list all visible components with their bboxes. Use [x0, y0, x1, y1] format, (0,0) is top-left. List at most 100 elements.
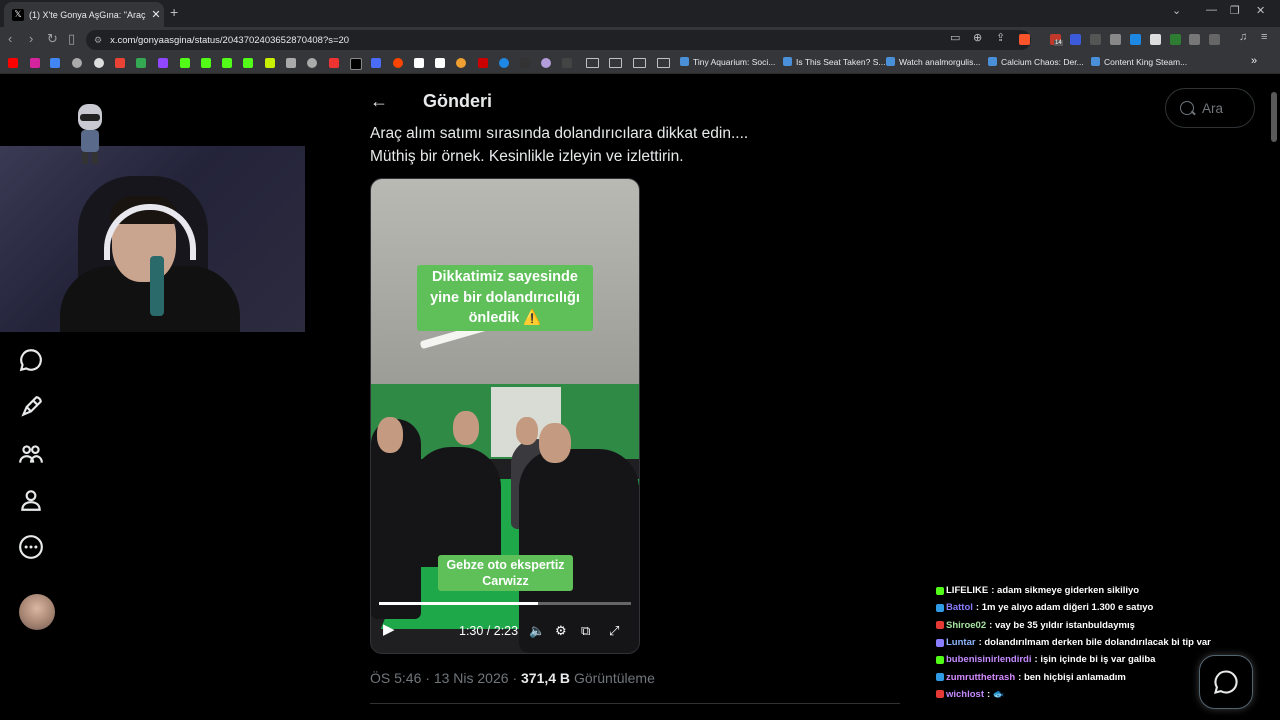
extensions-puzzle-icon[interactable]: [1189, 34, 1200, 45]
bookmark-icon[interactable]: [307, 58, 317, 68]
back-nav-icon[interactable]: ‹: [8, 31, 12, 46]
bookmark-label: Calcium Chaos: Der...: [1001, 57, 1084, 67]
forward-nav-icon[interactable]: ›: [29, 31, 33, 46]
tweet-date[interactable]: 13 Nis 2026: [434, 670, 509, 686]
kick-bookmark-icon[interactable]: [180, 58, 190, 68]
extension-icon[interactable]: [1090, 34, 1101, 45]
menu-icon[interactable]: ≡: [1261, 31, 1267, 43]
media-icon[interactable]: ♫: [1239, 31, 1247, 43]
video-player[interactable]: Dikkatimiz sayesinde yine bir dolandırıc…: [370, 178, 640, 654]
play-icon[interactable]: ▶: [383, 620, 395, 638]
page-scrollbar[interactable]: [1271, 92, 1277, 142]
folder-icon[interactable]: [586, 58, 599, 68]
extension-icon[interactable]: [1170, 34, 1181, 45]
bookmark-link[interactable]: Content King Steam...: [1091, 57, 1187, 67]
chat-bubble-icon: [1214, 670, 1238, 694]
grok-rocket-icon[interactable]: [18, 394, 44, 420]
bookmark-link[interactable]: Watch analmorgulis...: [886, 57, 980, 67]
tab-search-icon[interactable]: ⌄: [1172, 4, 1181, 17]
extension-icon[interactable]: [1130, 34, 1141, 45]
bookmark-icon[interactable]: [371, 58, 381, 68]
chat-line: Luntar: dolandırılmam derken bile doland…: [936, 634, 1236, 651]
tweet-time[interactable]: ÖS 5:46: [370, 670, 421, 686]
chat-username: Luntar: [946, 637, 976, 649]
tab-title: (1) X'te Gonya AşGına: "Araç alım: [29, 9, 148, 20]
bookmark-page-icon[interactable]: ▯: [68, 31, 75, 47]
maximize-button[interactable]: ❐: [1230, 4, 1240, 17]
cast-icon[interactable]: ▭: [950, 31, 960, 44]
bookmark-link[interactable]: Tiny Aquarium: Soci...: [680, 57, 775, 67]
bookmark-icon[interactable]: [478, 58, 488, 68]
bookmark-icon[interactable]: [286, 58, 296, 68]
webcam-overlay: [0, 146, 305, 332]
bookmark-icon[interactable]: [414, 58, 424, 68]
brave-shield-icon[interactable]: [1019, 34, 1030, 45]
extension-icon[interactable]: [1070, 34, 1081, 45]
tweet-line: Araç alım satımı sırasında dolandırıcıla…: [370, 125, 749, 142]
twitch-bookmark-icon[interactable]: [158, 58, 168, 68]
drive-bookmark-icon[interactable]: [136, 58, 146, 68]
chat-badge-icon: [936, 586, 944, 595]
bookmark-icon[interactable]: [520, 58, 530, 68]
bookmark-link[interactable]: Calcium Chaos: Der...: [988, 57, 1084, 67]
bookmark-icon[interactable]: [499, 58, 509, 68]
window-close-button[interactable]: ✕: [1256, 4, 1265, 17]
amazon-bookmark-icon[interactable]: [435, 58, 445, 68]
bookmark-icon[interactable]: [562, 58, 572, 68]
bookmark-icon[interactable]: [50, 58, 60, 68]
fullscreen-icon[interactable]: ⤢: [609, 623, 619, 639]
bookmark-icon[interactable]: [72, 58, 82, 68]
zoom-icon[interactable]: ⊕: [973, 31, 982, 44]
sidebar-icon[interactable]: [1209, 34, 1220, 45]
account-avatar[interactable]: [19, 594, 55, 630]
messages-icon[interactable]: [18, 347, 44, 373]
bookmark-icon[interactable]: [329, 58, 339, 68]
bookmarks-bar: Tiny Aquarium: Soci... Is This Seat Take…: [0, 53, 1280, 74]
share-icon[interactable]: ⇪: [996, 31, 1005, 44]
volume-icon[interactable]: 🔈: [529, 623, 545, 639]
messages-fab-button[interactable]: [1199, 655, 1253, 709]
folder-icon[interactable]: [657, 58, 670, 68]
instagram-bookmark-icon[interactable]: [30, 58, 40, 68]
stream-chat-overlay: LIFELIKE: adam sikmeye giderken sikiliyo…: [936, 582, 1236, 703]
steam-icon: [680, 57, 689, 66]
extension-icon[interactable]: [1150, 34, 1161, 45]
search-input[interactable]: Ara: [1165, 88, 1255, 128]
kick-bookmark-icon[interactable]: [222, 58, 232, 68]
video-progress-bar[interactable]: [379, 602, 631, 605]
chat-badge-icon: [936, 655, 944, 664]
extension-icon[interactable]: [1110, 34, 1121, 45]
profile-icon[interactable]: [18, 487, 44, 513]
minimize-button[interactable]: —: [1206, 4, 1217, 16]
kick-bookmark-icon[interactable]: [243, 58, 253, 68]
tweet-text: Araç alım satımı sırasında dolandırıcıla…: [370, 122, 890, 168]
browser-tab-active[interactable]: 𝕏 (1) X'te Gonya AşGına: "Araç alım ✕: [4, 2, 164, 27]
communities-icon[interactable]: [18, 441, 44, 467]
x-bookmark-icon[interactable]: [350, 58, 362, 70]
pip-icon[interactable]: ⧉: [581, 623, 590, 639]
new-tab-button[interactable]: +: [170, 4, 178, 20]
bookmark-icon[interactable]: [265, 58, 275, 68]
bookmark-link[interactable]: Is This Seat Taken? S...: [783, 57, 885, 67]
bookmark-icon[interactable]: [94, 58, 104, 68]
youtube-bookmark-icon[interactable]: [8, 58, 18, 68]
extension-badge: 14: [1054, 40, 1063, 46]
site-info-icon[interactable]: ⚙: [94, 35, 102, 46]
kick-bookmark-icon[interactable]: [201, 58, 211, 68]
bookmark-icon[interactable]: [541, 58, 551, 68]
folder-icon[interactable]: [609, 58, 622, 68]
tab-close-icon[interactable]: ✕: [148, 8, 164, 21]
more-bookmarks-icon[interactable]: »: [1251, 55, 1257, 67]
folder-icon[interactable]: [633, 58, 646, 68]
settings-icon[interactable]: ⚙: [555, 623, 567, 639]
address-bar[interactable]: ⚙ x.com/gonyaasgina/status/2043702403652…: [86, 30, 1031, 50]
reload-icon[interactable]: ↻: [47, 31, 58, 47]
more-options-icon[interactable]: [18, 534, 44, 560]
bookmark-icon[interactable]: [456, 58, 466, 68]
chat-username: Battol: [946, 602, 973, 614]
chat-message: : işin içinde bi iş var galiba: [1034, 654, 1156, 666]
gmail-bookmark-icon[interactable]: [115, 58, 125, 68]
divider: [370, 703, 900, 704]
reddit-bookmark-icon[interactable]: [393, 58, 403, 68]
back-arrow-icon[interactable]: ←: [370, 91, 410, 112]
